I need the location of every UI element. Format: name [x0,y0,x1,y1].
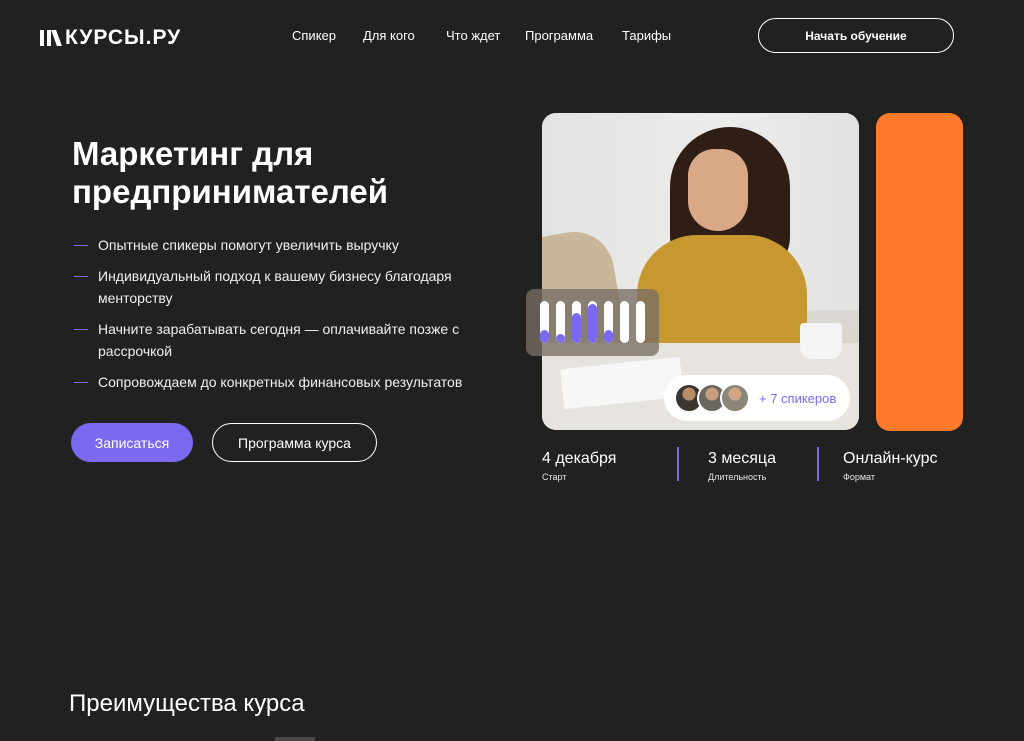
feature-item: Начните зарабатывать сегодня — оплачивай… [74,318,514,362]
speakers-count: + 7 спикеров [759,390,837,406]
stat-label: Длительность [708,472,767,482]
stat-divider [677,447,679,481]
stat-value: Онлайн-курс [843,450,938,467]
stat-format: Онлайн-курс Формат [843,450,938,482]
scrollbar-thumb[interactable] [275,737,315,741]
stat-label: Старт [542,472,567,482]
stat-divider [817,447,819,481]
level-bar-fill [588,304,597,343]
course-program-button[interactable]: Программа курса [212,423,377,462]
level-bar [604,301,613,343]
feature-item: Опытные спикеры помогут увеличить выручк… [74,234,514,256]
level-bar [540,301,549,343]
level-bar [572,301,581,343]
orange-card [876,113,963,431]
page-title: Маркетинг для предпринимателей [72,135,388,210]
level-bar [588,301,597,343]
feature-text: Сопровождаем до конкретных финансовых ре… [98,374,463,390]
dash-icon [74,245,88,246]
level-bar [636,301,645,343]
start-learning-button[interactable]: Начать обучение [758,18,954,53]
progress-bars-card [526,289,659,356]
nav-item-speaker[interactable]: Спикер [292,28,336,43]
nav-item-audience[interactable]: Для кого [363,28,415,43]
avatar [720,383,750,413]
speakers-badge[interactable]: + 7 спикеров [664,375,850,421]
stat-value: 4 декабря [542,450,617,467]
dash-icon [74,382,88,383]
feature-text: Опытные спикеры помогут увеличить выручк… [98,237,399,253]
dash-icon [74,329,88,330]
level-bar [556,301,565,343]
level-bar [620,301,629,343]
dash-icon [74,276,88,277]
stat-value: 3 месяца [708,450,776,467]
feature-text: Начните зарабатывать сегодня — оплачивай… [98,321,460,359]
level-bar-fill [604,330,613,343]
stat-label: Формат [843,472,875,482]
feature-list: Опытные спикеры помогут увеличить выручк… [74,234,514,402]
level-bar-fill [540,329,549,343]
nav-item-expectations[interactable]: Что ждет [446,28,500,43]
nav-item-pricing[interactable]: Тарифы [622,28,671,43]
level-bar-fill [556,333,565,343]
feature-item: Сопровождаем до конкретных финансовых ре… [74,371,514,393]
feature-item: Индивидуальный подход к вашему бизнесу б… [74,265,514,309]
nav-item-program[interactable]: Программа [525,28,593,43]
stat-start: 4 декабря Старт [542,450,616,482]
stat-duration: 3 месяца Длительность [708,450,776,482]
section-title: Преимущества курса [69,690,305,717]
level-bar-fill [572,312,581,343]
feature-text: Индивидуальный подход к вашему бизнесу б… [98,268,452,306]
enroll-button[interactable]: Записаться [71,423,193,462]
